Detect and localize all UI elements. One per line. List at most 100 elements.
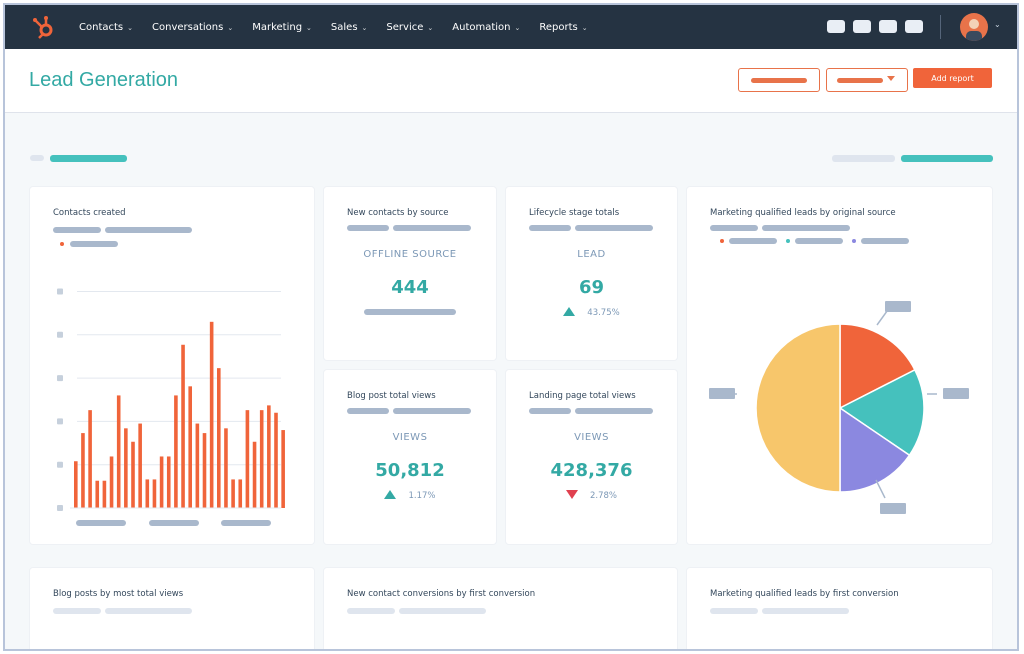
chevron-down-icon: ⌄ [227, 23, 234, 32]
bar [224, 428, 228, 508]
bar [202, 433, 207, 508]
bar [245, 410, 250, 508]
y-tick-label [57, 418, 63, 425]
filter-placeholder[interactable] [30, 155, 44, 161]
card-blog-posts-by-views[interactable]: Blog posts by most total views [30, 568, 314, 649]
card-landing-page-total-views[interactable]: Landing page total views VIEWS 428,376 2… [506, 370, 677, 544]
slice-label [943, 388, 969, 399]
bar [166, 456, 171, 508]
bar [274, 412, 278, 508]
kpi-value: 69 [578, 277, 605, 298]
app-window: Contacts ⌄ Conversations ⌄ Marketing ⌄ Sales ⌄ S… [3, 3, 1019, 651]
header-action-button[interactable] [738, 68, 820, 92]
bar [267, 405, 271, 508]
nav-item-label: Contacts [79, 21, 124, 33]
main-menu: Contacts ⌄ Conversations ⌄ Marketing ⌄ Sales ⌄ S… [79, 5, 607, 49]
bar [102, 480, 107, 508]
nav-item-conversations[interactable]: Conversations ⌄ [152, 22, 233, 33]
avatar[interactable] [960, 13, 988, 41]
pie-slice [755, 323, 841, 493]
y-tick-label [57, 375, 63, 382]
chevron-down-icon: ⌄ [306, 23, 312, 32]
card-title: Landing page total views [529, 391, 636, 401]
bar [195, 423, 200, 508]
leader-line [876, 306, 891, 326]
page-title: Lead Generation [29, 69, 179, 91]
y-tick-label [57, 461, 63, 468]
nav-item-contacts[interactable]: Contacts ⌄ [79, 22, 133, 33]
card-contacts-created[interactable]: Contacts created [30, 187, 314, 544]
bar [174, 395, 178, 508]
bar [95, 480, 100, 508]
nav-item-label: Automation [452, 21, 511, 33]
slice-label [880, 503, 906, 514]
bar [188, 386, 192, 508]
nav-item-automation[interactable]: Automation ⌄ [452, 22, 520, 33]
nav-shortcut-button[interactable] [853, 20, 871, 33]
page-header: Lead Generation Add report [5, 49, 1017, 113]
pie-chart [709, 301, 969, 514]
card-new-contacts-by-source[interactable]: New contacts by source OFFLINE SOURCE 44… [324, 187, 496, 360]
nav-shortcut-button[interactable] [879, 20, 897, 33]
kpi-label: OFFLINE SOURCE [363, 249, 457, 260]
trend-up-icon [563, 307, 576, 316]
filter-placeholder[interactable] [50, 155, 127, 162]
card-title: Marketing qualified leads by first conve… [710, 589, 899, 599]
leader-line [875, 479, 886, 499]
kpi-label: LEAD [577, 249, 606, 260]
kpi-change: 1.17% [324, 490, 496, 501]
card-new-contact-conversions[interactable]: New contact conversions by first convers… [324, 568, 677, 649]
top-nav: Contacts ⌄ Conversations ⌄ Marketing ⌄ Sales ⌄ S… [5, 5, 1017, 49]
bar [131, 441, 135, 508]
change-value: 2.78% [589, 491, 617, 501]
trend-up-icon [384, 490, 397, 499]
nav-item-service[interactable]: Service ⌄ [386, 22, 433, 33]
bar [259, 410, 264, 508]
card-blog-post-total-views[interactable]: Blog post total views VIEWS 50,812 1.17% [324, 370, 496, 544]
header-dropdown-button[interactable] [826, 68, 908, 92]
bar [209, 321, 214, 508]
chevron-down-icon: ⌄ [581, 23, 588, 32]
nav-item-label: Sales [330, 21, 358, 33]
trend-down-icon [565, 490, 578, 499]
nav-shortcut-button[interactable] [827, 20, 845, 33]
divider [940, 15, 941, 39]
kpi-label: VIEWS [392, 432, 428, 443]
nav-item-sales[interactable]: Sales ⌄ [331, 22, 368, 33]
chevron-down-icon[interactable]: ⌄ [994, 20, 1001, 29]
bar [238, 479, 243, 508]
bar [109, 456, 114, 508]
bar [217, 368, 221, 508]
nav-item-marketing[interactable]: Marketing ⌄ [252, 22, 312, 33]
nav-item-reports[interactable]: Reports ⌄ [539, 22, 587, 33]
kpi-label: VIEWS [574, 432, 609, 443]
card-title: New contact conversions by first convers… [347, 589, 536, 599]
x-tick-label [149, 520, 199, 526]
bar [116, 395, 121, 508]
y-tick-label [57, 331, 63, 338]
bar [252, 441, 257, 508]
y-tick-label [57, 505, 63, 511]
chevron-down-icon: ⌄ [514, 23, 521, 32]
slice-label [885, 301, 911, 312]
hubspot-logo-icon[interactable] [31, 14, 57, 40]
card-lifecycle-stage-totals[interactable]: Lifecycle stage totals LEAD 69 43.75% [506, 187, 677, 360]
nav-item-label: Reports [539, 21, 578, 33]
filter-placeholder[interactable] [832, 155, 895, 162]
card-mql-by-first-conversion[interactable]: Marketing qualified leads by first conve… [687, 568, 992, 649]
card-title: New contacts by source [347, 208, 449, 218]
bar [124, 428, 128, 508]
add-report-button[interactable]: Add report [913, 68, 992, 88]
filter-placeholder[interactable] [901, 155, 993, 162]
x-tick-label [76, 520, 126, 526]
y-tick-label [57, 288, 63, 295]
bar [145, 479, 150, 508]
card-mql-by-original-source[interactable]: Marketing qualified leads by original so… [687, 187, 992, 544]
nav-shortcut-button[interactable] [905, 20, 923, 33]
caret-down-icon [887, 76, 895, 81]
change-value: 1.17% [408, 491, 436, 501]
change-value: 43.75% [587, 308, 620, 318]
bar [152, 479, 157, 508]
kpi-change: 43.75% [506, 307, 677, 318]
kpi-value: 428,376 [550, 460, 633, 481]
